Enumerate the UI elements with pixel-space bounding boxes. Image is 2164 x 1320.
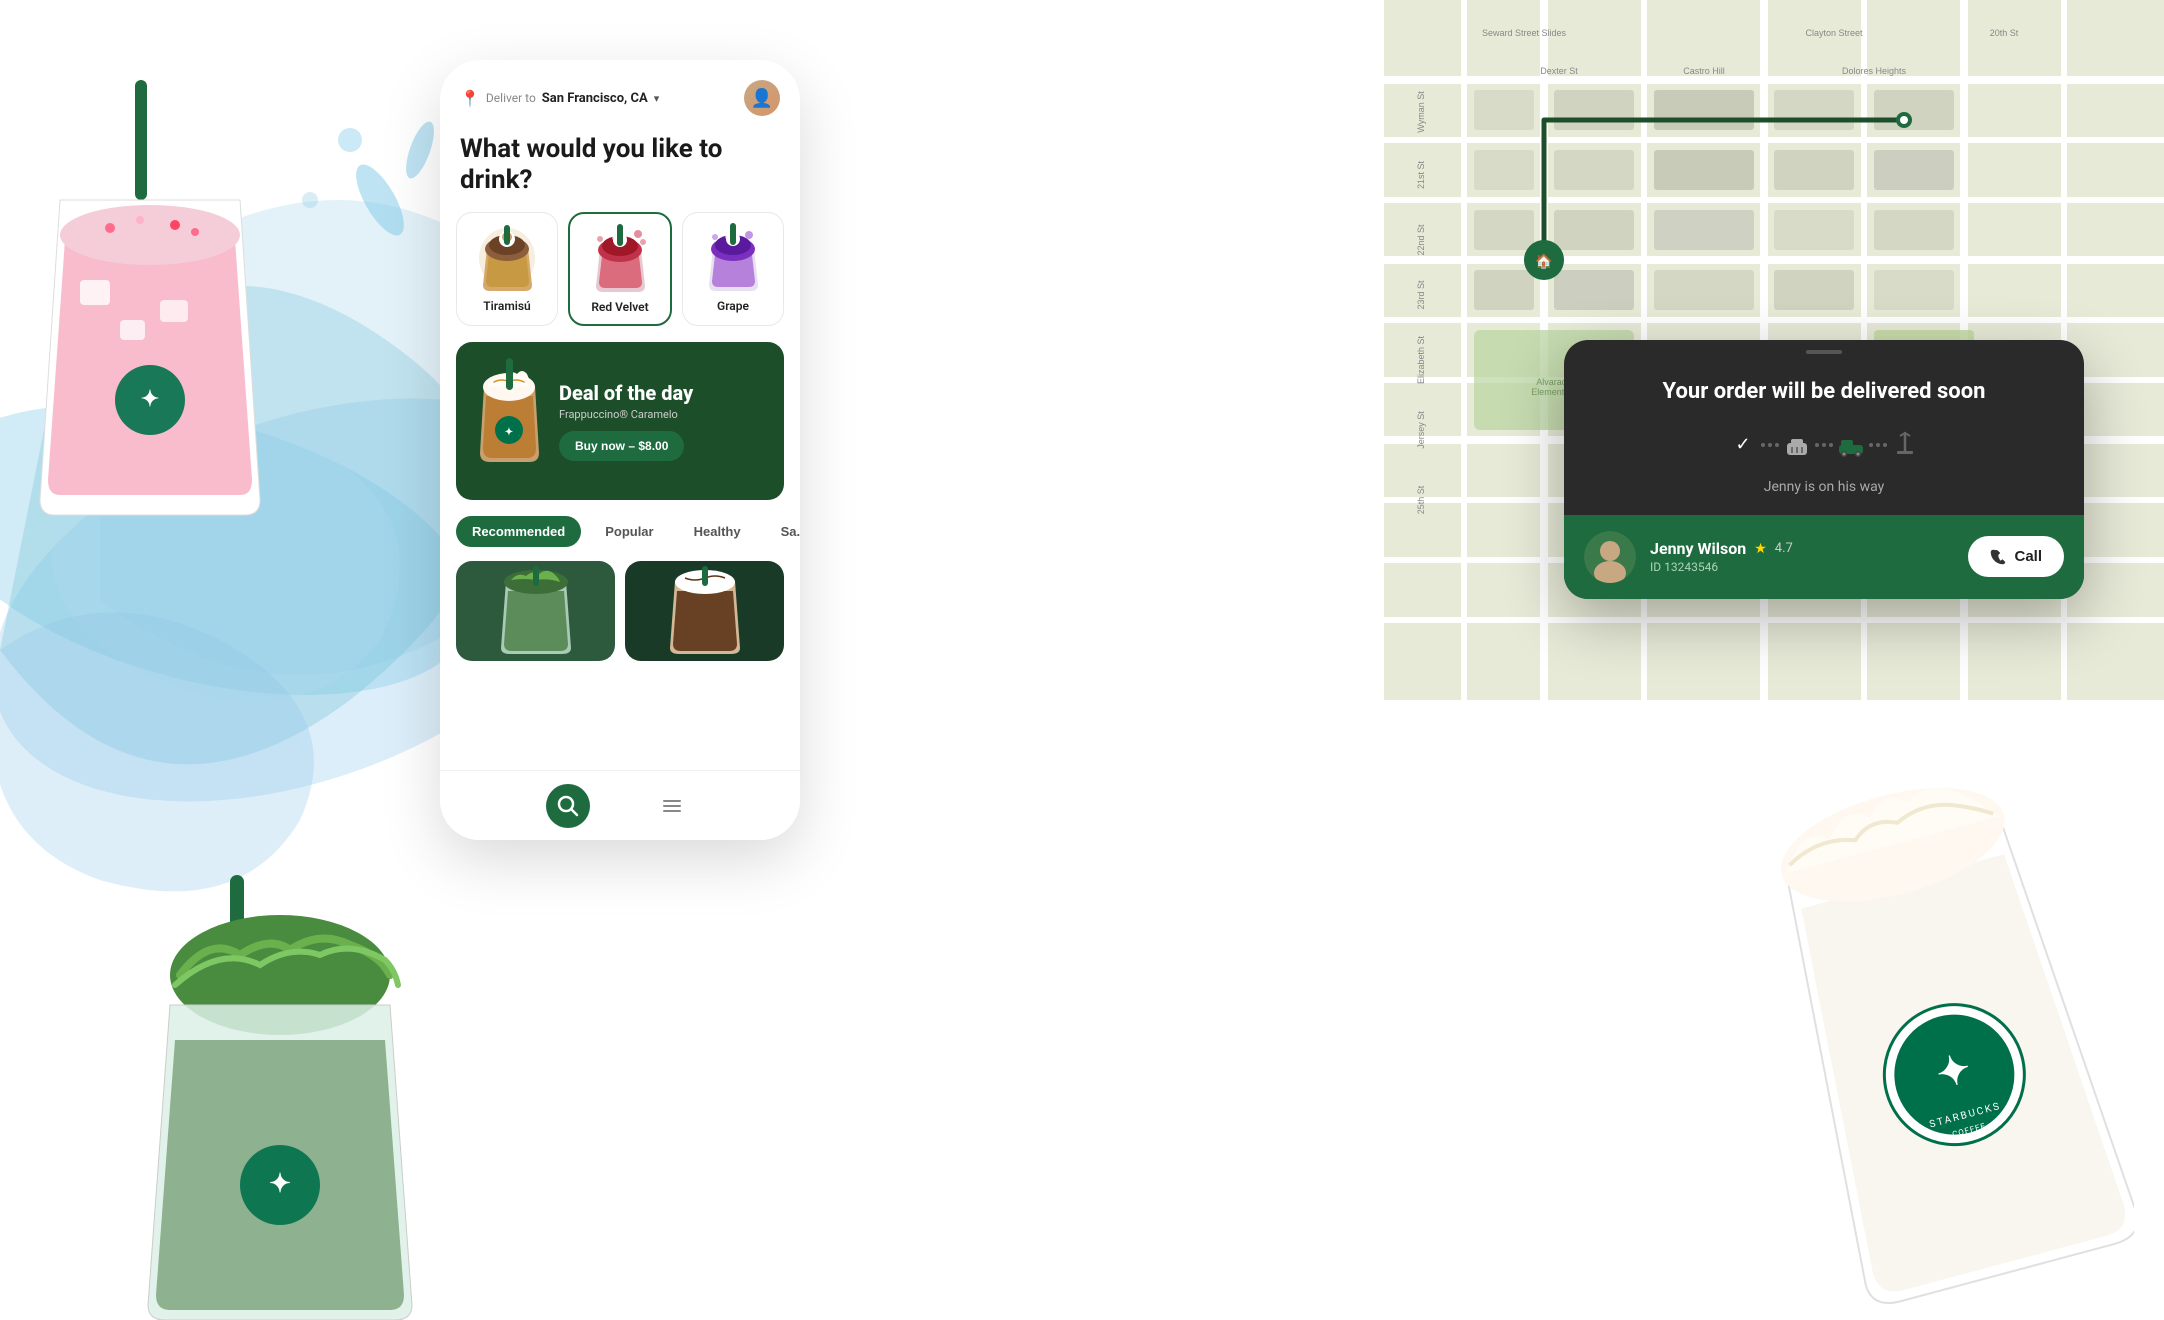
- step-order-confirmed: ✓: [1725, 427, 1761, 463]
- svg-text:Elizabeth St: Elizabeth St: [1416, 335, 1426, 384]
- progress-steps: ✓: [1592, 427, 2056, 463]
- deal-text: Deal of the day Frappuccino® Caramelo Bu…: [559, 382, 768, 461]
- user-avatar[interactable]: 👤: [744, 80, 780, 116]
- step-on-the-way: [1833, 427, 1869, 463]
- tab-recommended[interactable]: Recommended: [456, 516, 581, 547]
- svg-text:22nd St: 22nd St: [1416, 224, 1426, 256]
- svg-text:Castro Hill: Castro Hill: [1683, 66, 1725, 76]
- deal-title: Deal of the day: [559, 382, 768, 404]
- step-dots-3: [1869, 443, 1887, 447]
- deliver-to-label: Deliver to: [486, 91, 536, 105]
- deal-product: Frappuccino® Caramelo: [559, 408, 768, 421]
- svg-text:Wyman St: Wyman St: [1416, 91, 1426, 133]
- svg-text:✦: ✦: [269, 1169, 291, 1199]
- svg-text:✦: ✦: [141, 387, 159, 412]
- tab-popular[interactable]: Popular: [589, 516, 669, 547]
- drag-handle: [1564, 340, 2084, 354]
- location-selector[interactable]: 📍 Deliver to San Francisco, CA ▾: [460, 89, 659, 108]
- chevron-down-icon: ▾: [654, 92, 660, 105]
- svg-text:21st St: 21st St: [1416, 160, 1426, 189]
- star-icon: ★: [1754, 541, 1767, 557]
- tab-seasonal[interactable]: Sa...: [765, 516, 800, 547]
- svg-text:23rd St: 23rd St: [1416, 280, 1426, 310]
- search-nav-button[interactable]: [546, 784, 590, 828]
- step-delivered: [1887, 427, 1923, 463]
- redvelvet-label: Red Velvet: [591, 300, 648, 314]
- driver-section: Jenny Wilson ★ 4.7 ID 13243546 Call: [1564, 515, 2084, 599]
- deal-buy-button[interactable]: Buy now – $8.00: [559, 431, 684, 461]
- tiramisu-label: Tiramisú: [483, 299, 530, 313]
- tab-healthy[interactable]: Healthy: [678, 516, 757, 547]
- svg-text:Jersey St: Jersey St: [1416, 411, 1426, 449]
- step-dots-2: [1815, 443, 1833, 447]
- delivery-status: Jenny is on his way: [1592, 479, 2056, 495]
- svg-text:25th St: 25th St: [1416, 485, 1426, 514]
- product-grid: [440, 561, 800, 661]
- step-dots-1: [1761, 443, 1779, 447]
- driver-rating: 4.7: [1775, 541, 1793, 556]
- drink-card-grape[interactable]: Grape: [682, 212, 784, 326]
- right-panel: Alvarado Elementary Whole Foods Market S…: [1264, 0, 2164, 1320]
- driver-name-row: Jenny Wilson ★ 4.7: [1650, 539, 1954, 558]
- grape-image: [698, 223, 768, 293]
- deal-drink-image: ✦: [472, 358, 547, 484]
- delivery-card: Your order will be delivered soon ✓: [1564, 340, 2084, 599]
- redvelvet-image: [585, 224, 655, 294]
- svg-text:Clayton Street: Clayton Street: [1805, 28, 1863, 38]
- svg-text:Dolores Heights: Dolores Heights: [1842, 66, 1907, 76]
- grape-label: Grape: [717, 299, 749, 313]
- svg-text:Dexter St: Dexter St: [1540, 66, 1578, 76]
- step-preparing: [1779, 427, 1815, 463]
- city-name: San Francisco, CA: [542, 91, 648, 106]
- svg-text:✦: ✦: [505, 427, 513, 438]
- call-button[interactable]: Call: [1968, 536, 2064, 577]
- drink-card-tiramisu[interactable]: Tiramisú: [456, 212, 558, 326]
- driver-avatar: [1584, 531, 1636, 583]
- category-tabs: Recommended Popular Healthy Sa...: [440, 516, 800, 561]
- menu-nav-button[interactable]: [650, 784, 694, 828]
- app-header: 📍 Deliver to San Francisco, CA ▾ 👤: [440, 60, 800, 126]
- driver-name: Jenny Wilson: [1650, 539, 1746, 558]
- svg-text:🏠: 🏠: [1535, 253, 1552, 270]
- page-title: What would you like to drink?: [440, 126, 800, 212]
- product-card-2[interactable]: [625, 561, 784, 661]
- driver-id: ID 13243546: [1650, 560, 1954, 574]
- deal-banner: ✦ Deal of the day Frappuccino® Caramelo …: [456, 342, 784, 500]
- delivery-title: Your order will be delivered soon: [1592, 378, 2056, 407]
- location-pin-icon: 📍: [460, 89, 480, 108]
- call-label: Call: [2014, 548, 2042, 565]
- phone-app: 📍 Deliver to San Francisco, CA ▾ 👤 What …: [440, 60, 800, 840]
- bottom-nav: [440, 770, 800, 840]
- tiramisu-image: [472, 223, 542, 293]
- svg-text:20th St: 20th St: [1990, 28, 2019, 38]
- product-card-1[interactable]: [456, 561, 615, 661]
- drink-categories: Tiramisú: [440, 212, 800, 342]
- driver-info: Jenny Wilson ★ 4.7 ID 13243546: [1650, 539, 1954, 574]
- svg-text:Seward Street Slides: Seward Street Slides: [1482, 28, 1567, 38]
- delivery-card-top: Your order will be delivered soon ✓: [1564, 354, 2084, 515]
- drink-card-redvelvet[interactable]: Red Velvet: [568, 212, 672, 326]
